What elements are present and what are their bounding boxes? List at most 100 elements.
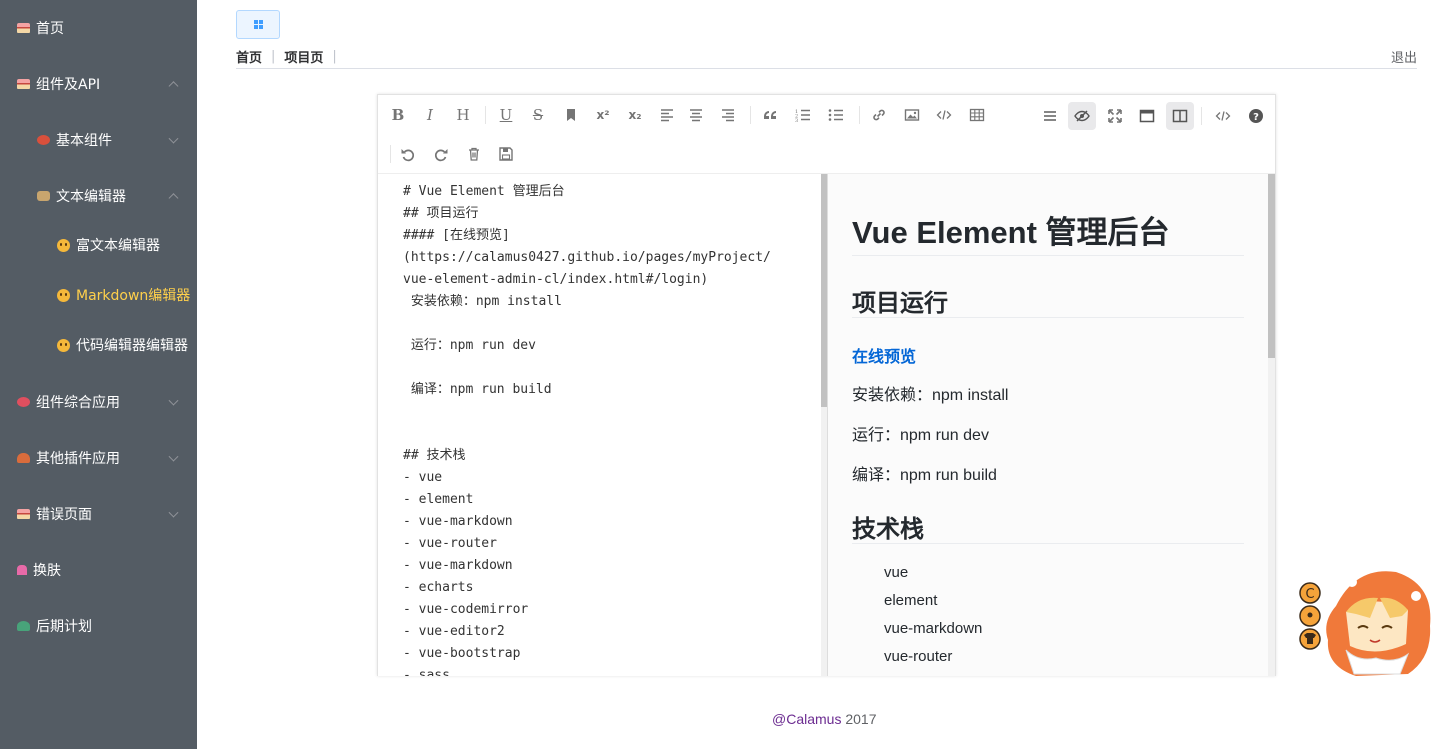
- crab-icon: [37, 135, 50, 145]
- markdown-source-text[interactable]: # Vue Element 管理后台 ## 项目运行 #### [在线预览] (…: [403, 181, 771, 676]
- sidebar-item-theme[interactable]: 换肤: [0, 542, 197, 598]
- footer-year: 2017: [845, 711, 877, 727]
- expand-icon: [1108, 109, 1122, 123]
- link-button[interactable]: [865, 101, 893, 129]
- undo-button[interactable]: [394, 140, 422, 168]
- toolbar-separator: [859, 106, 860, 124]
- save-icon: [499, 147, 513, 161]
- cake-icon: [17, 509, 30, 519]
- preview-paragraph: 编译：npm run build: [852, 467, 997, 484]
- table-button[interactable]: [963, 101, 991, 129]
- window-icon: [1139, 109, 1155, 123]
- scrollbar-thumb[interactable]: [1268, 174, 1275, 358]
- sidebar-item-label: 组件综合应用: [36, 395, 120, 411]
- preview-link[interactable]: 在线预览: [852, 343, 916, 367]
- image-button[interactable]: [898, 101, 926, 129]
- breadcrumb: 首页 | 项目页 |: [236, 47, 346, 66]
- redo-button[interactable]: [427, 140, 455, 168]
- columns-icon: [1172, 109, 1188, 123]
- bookmark-icon: [567, 109, 575, 121]
- align-left-icon: [661, 109, 673, 122]
- align-left-button[interactable]: [653, 101, 681, 129]
- sidebar-item-home[interactable]: 首页: [0, 0, 197, 56]
- sidebar-item-rich-text-editor[interactable]: 富文本编辑器: [0, 220, 197, 270]
- footer-author: @Calamus: [772, 711, 842, 727]
- breadcrumb-home[interactable]: 首页: [236, 47, 262, 66]
- preview-toggle-button[interactable]: [1068, 102, 1096, 130]
- quote-button[interactable]: [757, 101, 785, 129]
- code-button[interactable]: [930, 101, 958, 129]
- toolbar-separator: [750, 106, 751, 124]
- underline-button[interactable]: U: [492, 101, 520, 129]
- help-button[interactable]: ?: [1242, 102, 1270, 130]
- sidebar-item-components-api[interactable]: 组件及API: [0, 56, 197, 112]
- menu-icon: [1044, 111, 1056, 121]
- smiley-icon: [57, 338, 70, 352]
- preview-divider: [852, 317, 1244, 318]
- sidebar-item-label: 其他插件应用: [36, 451, 120, 467]
- ordered-list-button[interactable]: 123: [789, 101, 817, 129]
- italic-button[interactable]: I: [416, 101, 444, 129]
- save-button[interactable]: [492, 140, 520, 168]
- smiley-icon: [57, 288, 70, 302]
- superscript-button[interactable]: x²: [589, 101, 617, 129]
- preview-scrollbar[interactable]: [1268, 174, 1275, 676]
- markdown-source-pane[interactable]: # Vue Element 管理后台 ## 项目运行 #### [在线预览] (…: [378, 174, 825, 676]
- sidebar-item-basic-components[interactable]: 基本组件: [0, 112, 197, 168]
- chevron-down-icon: [168, 133, 179, 144]
- align-right-button[interactable]: [714, 101, 742, 129]
- preview-divider: [852, 255, 1244, 256]
- deer-icon: [37, 191, 50, 201]
- sidebar-item-label: 基本组件: [56, 133, 112, 149]
- align-right-icon: [722, 109, 734, 122]
- heading-button[interactable]: H: [449, 101, 477, 129]
- code-icon: [936, 110, 952, 120]
- subscript-button[interactable]: x₂: [621, 101, 649, 129]
- sidebar-item-markdown-editor[interactable]: Markdown编辑器: [0, 270, 197, 320]
- mark-button[interactable]: [557, 101, 585, 129]
- table-icon: [969, 108, 985, 122]
- sidebar-item-other-plugins[interactable]: 其他插件应用: [0, 430, 197, 486]
- mascot-widget[interactable]: C: [1296, 566, 1437, 678]
- sidebar-item-label: 后期计划: [36, 619, 92, 635]
- svg-text:C: C: [1305, 587, 1314, 602]
- sidebar-item-label: 文本编辑器: [56, 189, 126, 205]
- unordered-list-button[interactable]: [822, 101, 850, 129]
- read-mode-button[interactable]: [1133, 102, 1161, 130]
- preview-h2: 技术栈: [852, 516, 924, 543]
- fullscreen-button[interactable]: [1101, 102, 1129, 130]
- preview-list-item: element: [884, 592, 938, 609]
- cake-icon: [17, 23, 30, 33]
- breadcrumb-project[interactable]: 项目页: [284, 47, 323, 66]
- sidebar-item-label: 首页: [36, 21, 64, 37]
- html-code-button[interactable]: [1209, 102, 1237, 130]
- trash-button[interactable]: [460, 140, 488, 168]
- editor-toolbar: B I H U S x² x₂ 123 ?: [378, 95, 1275, 174]
- smiley-icon: [57, 238, 70, 252]
- breadcrumb-separator: |: [332, 49, 337, 64]
- sidebar-item-text-editor[interactable]: 文本编辑器: [0, 168, 197, 224]
- logout-button[interactable]: 退出: [1391, 47, 1417, 66]
- align-center-button[interactable]: [682, 101, 710, 129]
- sidebar-item-label: 换肤: [33, 563, 61, 579]
- image-icon: [904, 109, 920, 121]
- strikethrough-button[interactable]: S: [524, 101, 552, 129]
- preview-h2: 项目运行: [852, 290, 948, 317]
- svg-text:?: ?: [1253, 112, 1259, 123]
- sidebar-item-error-pages[interactable]: 错误页面: [0, 486, 197, 542]
- sidebar-item-component-apps[interactable]: 组件综合应用: [0, 374, 197, 430]
- navigation-button[interactable]: [1036, 102, 1064, 130]
- preview-list-item: vue-markdown: [884, 620, 983, 637]
- preview-list-item: vue: [884, 564, 909, 581]
- subfield-button[interactable]: [1166, 102, 1194, 130]
- preview-divider: [852, 543, 1244, 544]
- bold-button[interactable]: B: [384, 101, 412, 129]
- watermelon-icon: [17, 397, 30, 407]
- sidebar-item-plans[interactable]: 后期计划: [0, 598, 197, 654]
- link-icon: [873, 109, 885, 121]
- quote-icon: [764, 111, 776, 119]
- svg-text:3: 3: [795, 118, 798, 123]
- sidebar-item-code-editor[interactable]: 代码编辑器编辑器: [0, 320, 197, 370]
- chevron-up-icon: [168, 81, 179, 92]
- sidebar-toggle-button[interactable]: [236, 10, 280, 39]
